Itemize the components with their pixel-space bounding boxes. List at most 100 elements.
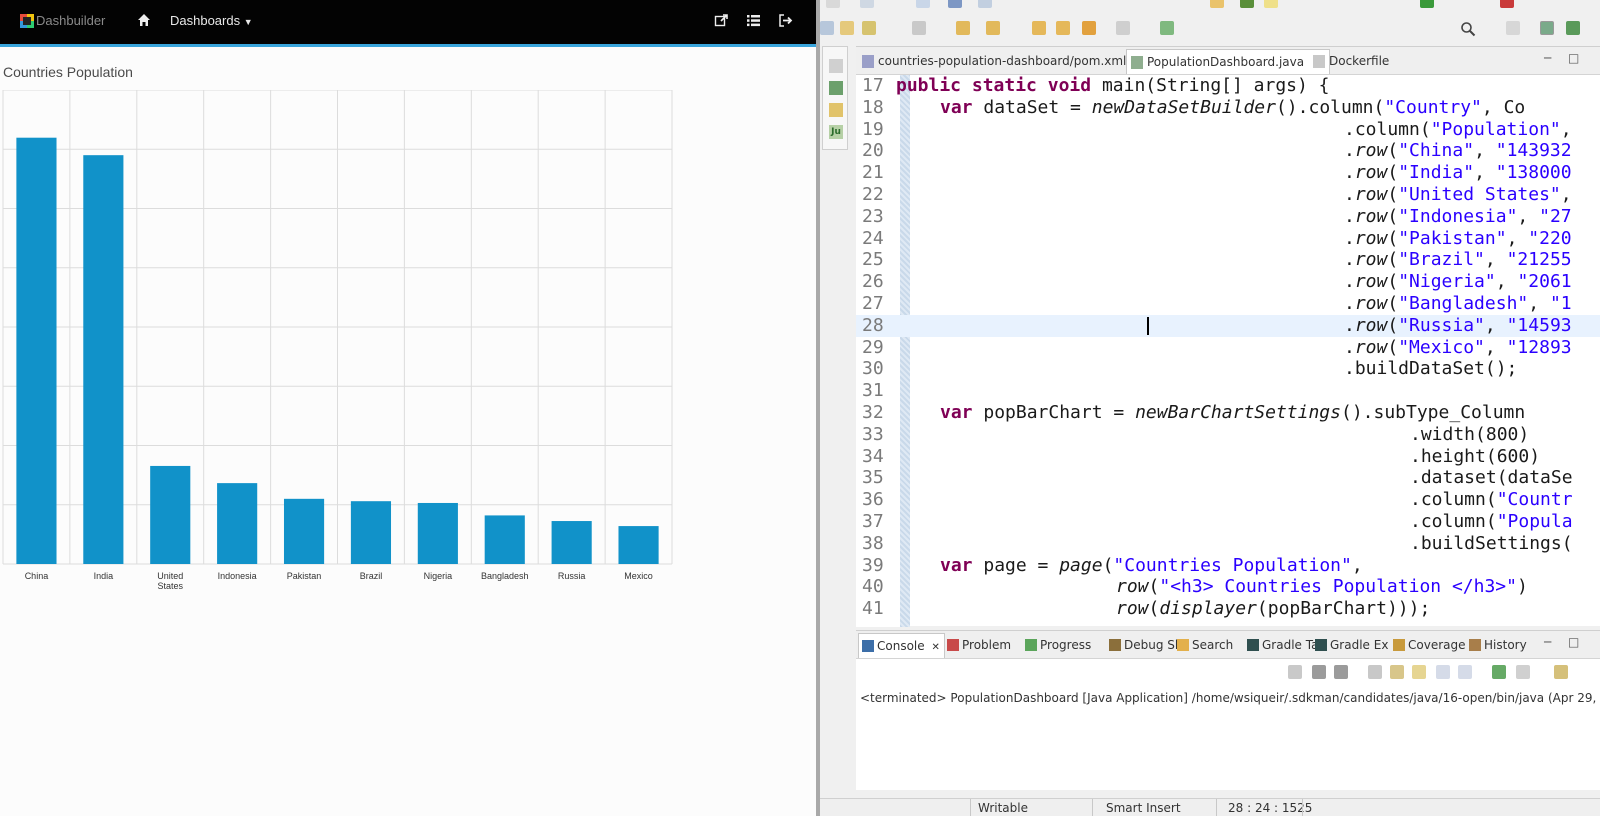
code-text: .row("China", "143932: [1344, 140, 1572, 162]
bar-brazil[interactable]: [350, 501, 392, 564]
maximize-icon[interactable]: □: [1568, 51, 1579, 65]
open-project-icon[interactable]: [820, 21, 834, 35]
terminate-icon[interactable]: [1288, 665, 1302, 679]
code-line[interactable]: 38 .buildSettings(: [856, 533, 1600, 555]
tab-history[interactable]: History: [1466, 633, 1531, 658]
perspective-icon[interactable]: [1506, 21, 1520, 35]
tab-console[interactable]: Console ✕: [858, 633, 945, 658]
stop-icon[interactable]: [1500, 0, 1514, 8]
external-link-icon[interactable]: [714, 13, 729, 28]
open-console-icon[interactable]: [1554, 665, 1568, 679]
code-line[interactable]: 26 .row("Nigeria", "2061: [856, 271, 1600, 293]
prev-annotation-icon[interactable]: [986, 21, 1000, 35]
bar-indonesia[interactable]: [217, 483, 258, 564]
code-line[interactable]: 21 .row("India", "138000: [856, 162, 1600, 184]
code-line[interactable]: 24 .row("Pakistan", "220: [856, 228, 1600, 250]
brand[interactable]: Dashbuilder: [20, 13, 105, 28]
new-file-icon[interactable]: [826, 0, 840, 8]
bar-china[interactable]: [16, 137, 57, 564]
bar-bangladesh[interactable]: [484, 515, 525, 564]
back-icon[interactable]: [1056, 21, 1070, 35]
code-area[interactable]: 17 public static void main(String[] args)…: [856, 75, 1600, 627]
search-icon[interactable]: [1460, 21, 1476, 37]
minimize-icon[interactable]: ─: [1544, 635, 1551, 649]
junit-icon[interactable]: Ju: [829, 125, 843, 139]
code-line[interactable]: 27 .row("Bangladesh", "1: [856, 293, 1600, 315]
code-line[interactable]: 35 .dataset(dataSe: [856, 467, 1600, 489]
code-line[interactable]: 39 var page = page("Countries Population"…: [856, 555, 1600, 577]
display-console-icon[interactable]: [1516, 665, 1530, 679]
restore-icon[interactable]: [829, 59, 843, 73]
pin-console-icon[interactable]: [1492, 665, 1506, 679]
tab-gradle-executions[interactable]: Gradle Ex: [1312, 633, 1392, 658]
debug-perspective-icon[interactable]: [1540, 21, 1554, 35]
code-line[interactable]: 40 row("<h3> Countries Population </h3>"): [856, 576, 1600, 598]
code-line[interactable]: 30 .buildDataSet();: [856, 358, 1600, 380]
code-line[interactable]: 41 row(displayer(popBarChart)));: [856, 598, 1600, 620]
code-line[interactable]: 34 .height(600): [856, 446, 1600, 468]
close-icon[interactable]: ✕: [931, 642, 939, 653]
code-line[interactable]: 29 .row("Mexico", "12893: [856, 337, 1600, 359]
home-icon[interactable]: [137, 13, 151, 27]
search-toolbar-icon[interactable]: [978, 0, 992, 8]
tab-progress[interactable]: Progress: [1022, 633, 1095, 658]
toggle-icon[interactable]: [912, 21, 926, 35]
save-icon[interactable]: [860, 0, 874, 8]
show-stderr-icon[interactable]: [1458, 665, 1472, 679]
tab-gradle-tasks[interactable]: Gradle Ta: [1244, 633, 1322, 658]
scroll-lock-icon[interactable]: [1390, 665, 1404, 679]
open-type-icon[interactable]: [1264, 0, 1278, 8]
print-icon[interactable]: [916, 0, 930, 8]
package-explorer-icon[interactable]: [829, 103, 843, 117]
bar-nigeria[interactable]: [417, 502, 458, 564]
remove-all-icon[interactable]: [1334, 665, 1348, 679]
outline-icon[interactable]: [829, 81, 843, 95]
launch-icon[interactable]: [1420, 0, 1434, 8]
dashboards-menu[interactable]: Dashboards ▼: [170, 13, 253, 28]
bar-india[interactable]: [83, 155, 124, 565]
code-line[interactable]: 25 .row("Brazil", "21255: [856, 249, 1600, 271]
code-line[interactable]: 18 var dataSet = newDataSetBuilder().colu…: [856, 97, 1600, 119]
open-folder-icon[interactable]: [840, 21, 854, 35]
tab-search[interactable]: Search: [1174, 633, 1237, 658]
bar-pakistan[interactable]: [283, 498, 325, 564]
logout-icon[interactable]: [778, 13, 793, 28]
pin-editor-icon[interactable]: [1160, 21, 1174, 35]
code-line[interactable]: 20 .row("China", "143932: [856, 140, 1600, 162]
tab-dockerfile[interactable]: Dockerfile: [1309, 49, 1395, 74]
highlight-icon[interactable]: [1210, 0, 1224, 8]
tab-population-dashboard-java[interactable]: PopulationDashboard.java ✕: [1126, 49, 1331, 74]
minimize-icon[interactable]: ─: [1544, 51, 1551, 65]
maximize-icon[interactable]: □: [1568, 635, 1579, 649]
code-line[interactable]: 36 .column("Countr: [856, 489, 1600, 511]
code-line[interactable]: 32 var popBarChart = newBarChartSettings(…: [856, 402, 1600, 424]
remove-launch-icon[interactable]: [1312, 665, 1326, 679]
tab-coverage[interactable]: Coverage: [1390, 633, 1470, 658]
next-annotation-icon[interactable]: [956, 21, 970, 35]
code-line[interactable]: 17 public static void main(String[] args)…: [856, 75, 1600, 97]
bar-united-states[interactable]: [150, 465, 191, 564]
word-wrap-icon[interactable]: [1412, 665, 1426, 679]
forward-disabled-icon[interactable]: [1116, 21, 1130, 35]
tab-problems[interactable]: Problem: [944, 633, 1015, 658]
code-line[interactable]: 33 .width(800): [856, 424, 1600, 446]
run-icon[interactable]: [1240, 0, 1254, 8]
tab-pom-xml[interactable]: countries-population-dashboard/pom.xml: [858, 49, 1132, 74]
code-line[interactable]: 23 .row("Indonesia", "27: [856, 206, 1600, 228]
last-edit-icon[interactable]: [1032, 21, 1046, 35]
forward-icon[interactable]: [1082, 21, 1096, 35]
code-line[interactable]: 31: [856, 380, 1600, 402]
show-stdout-icon[interactable]: [1436, 665, 1450, 679]
list-icon[interactable]: [746, 13, 761, 28]
pen-icon[interactable]: [862, 21, 876, 35]
code-line[interactable]: 22 .row("United States",: [856, 184, 1600, 206]
debug-icon[interactable]: [948, 0, 962, 8]
clear-console-icon[interactable]: [1368, 665, 1382, 679]
java-perspective-icon[interactable]: [1566, 21, 1580, 35]
bar-mexico[interactable]: [618, 526, 659, 564]
code-line[interactable]: 19 .column("Population",: [856, 119, 1600, 141]
code-line[interactable]: 28 .row("Russia", "14593: [856, 314, 1600, 337]
bar-russia[interactable]: [551, 521, 592, 564]
line-number: 21: [862, 162, 884, 184]
code-line[interactable]: 37 .column("Popula: [856, 511, 1600, 533]
